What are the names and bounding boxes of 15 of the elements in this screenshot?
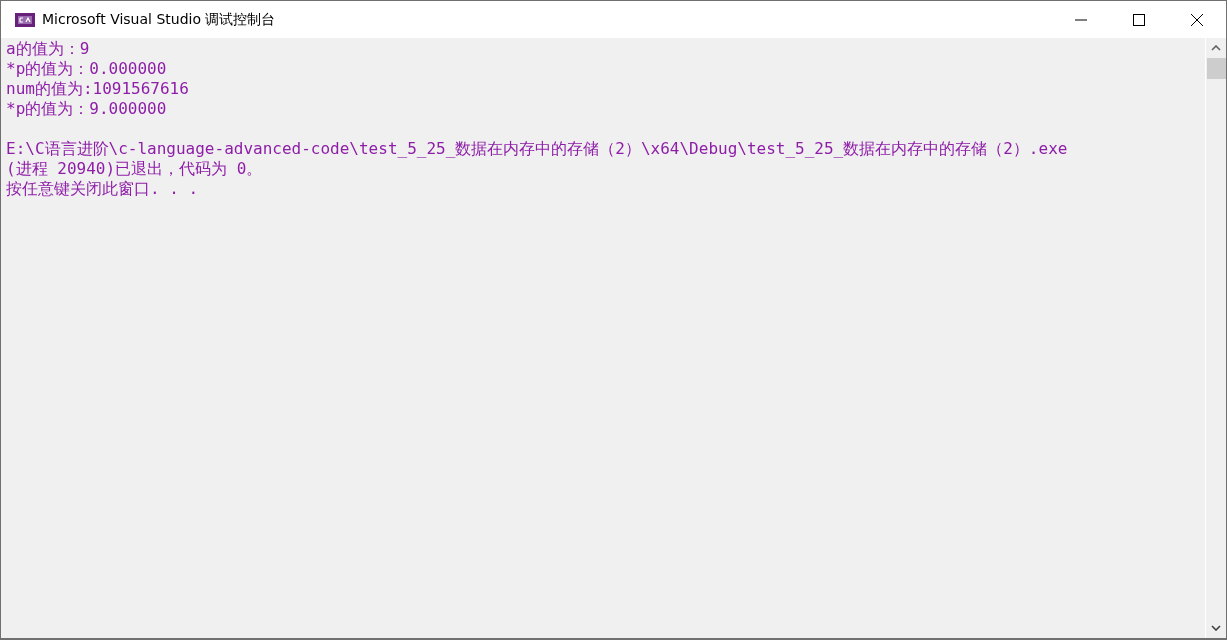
scrollbar[interactable]: [1205, 38, 1226, 638]
console-line: (进程 20940)已退出，代码为 0。: [6, 159, 264, 179]
close-icon[interactable]: [1191, 13, 1203, 26]
console-line: a的值为：9: [6, 39, 91, 59]
maximize-icon[interactable]: [1133, 13, 1145, 26]
app-icon: [15, 12, 35, 27]
scroll-down-icon[interactable]: [1211, 625, 1221, 631]
scroll-thumb[interactable]: [1206, 58, 1226, 79]
console-line: *p的值为：9.000000: [6, 99, 168, 119]
console-line: E:\C语言进阶\c-language-advanced-code\test_5_25_数据在内存中的存储（2）\x64\Debug\test_5_25_数据在内存中的存储（2）.exe: [6, 139, 1069, 159]
console-line: *p的值为：0.000000: [6, 59, 168, 79]
console-line: num的值为:1091567616: [6, 79, 190, 99]
console-line: 按任意键关闭此窗口. . .: [6, 179, 200, 199]
scroll-up-icon[interactable]: [1211, 45, 1221, 51]
window-title: Microsoft Visual Studio 调试控制台: [42, 10, 276, 29]
